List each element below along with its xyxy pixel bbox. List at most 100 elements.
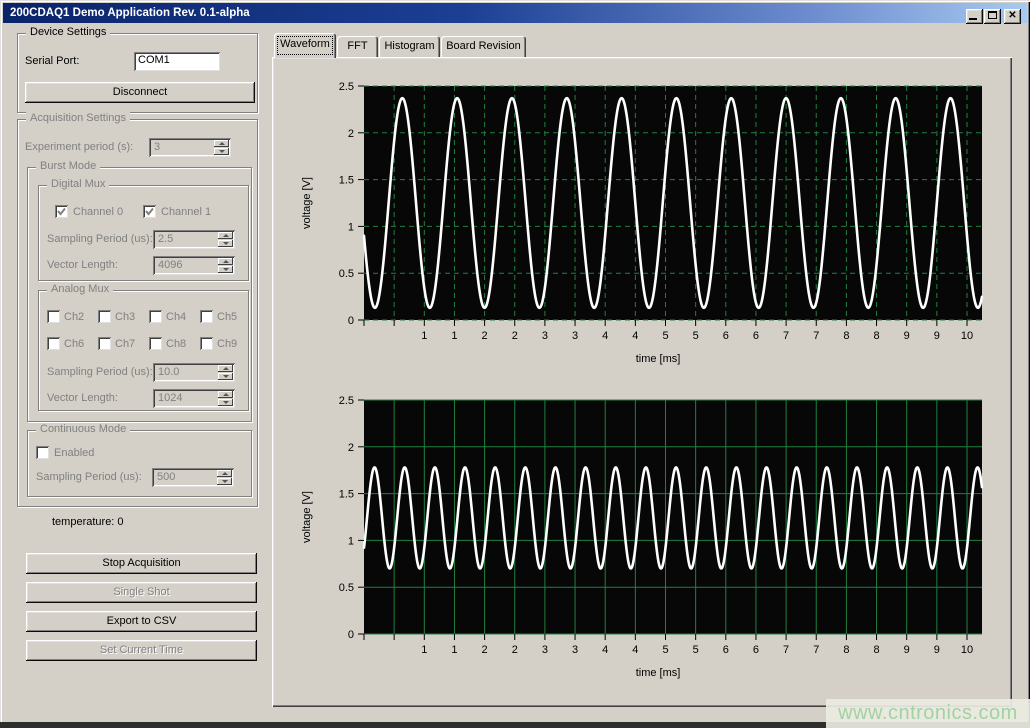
- check-icon: [57, 207, 66, 216]
- x-tick-label: 4: [602, 330, 608, 342]
- ch4-checkbox: [149, 310, 162, 323]
- x-tick-label: 8: [873, 644, 879, 656]
- single-shot-button: Single Shot: [26, 582, 257, 603]
- spin-buttons: [218, 391, 233, 406]
- digital-sampling-period-value: 2.5: [158, 233, 173, 245]
- x-tick-label: 1: [421, 644, 427, 656]
- acquisition-settings-legend: Acquisition Settings: [26, 112, 130, 124]
- set-current-time-label: Set Current Time: [100, 644, 183, 656]
- y-tick-label: 2: [348, 128, 354, 140]
- title-bar[interactable]: 200CDAQ1 Demo Application Rev. 0.1-alpha…: [3, 3, 1027, 23]
- x-tick-label: 3: [572, 644, 578, 656]
- digital-sampling-period-spinner: 2.5: [153, 230, 235, 249]
- digital-vector-length-spinner: 4096: [153, 256, 235, 275]
- x-tick-label: 5: [693, 330, 699, 342]
- spin-up-icon: [218, 232, 233, 239]
- analog-vector-length-value: 1024: [158, 392, 182, 404]
- waveform-tab-page: 1122334455667788991000.511.522.5time [ms…: [272, 57, 1012, 707]
- x-tick-label: 9: [934, 330, 940, 342]
- tab-histogram[interactable]: Histogram: [379, 36, 440, 57]
- tab-board-revision-label: Board Revision: [446, 40, 521, 52]
- x-tick-label: 6: [753, 644, 759, 656]
- x-tick-label: 5: [662, 644, 668, 656]
- x-tick-label: 5: [662, 330, 668, 342]
- y-tick-label: 0: [348, 629, 354, 641]
- minimize-icon: [969, 18, 977, 20]
- y-tick-label: 1: [348, 535, 354, 547]
- ch2-label: Ch2: [64, 311, 84, 323]
- y-tick-label: 2.5: [339, 81, 354, 93]
- single-shot-label: Single Shot: [113, 586, 169, 598]
- spin-up-icon: [218, 391, 233, 398]
- ch4-label: Ch4: [166, 311, 186, 323]
- spin-buttons: [217, 470, 232, 485]
- tab-board-revision[interactable]: Board Revision: [441, 36, 526, 57]
- spin-buttons: [218, 365, 233, 380]
- tab-waveform[interactable]: Waveform: [274, 33, 336, 58]
- digital-vector-length-label: Vector Length:: [47, 259, 118, 271]
- x-tick-label: 7: [813, 330, 819, 342]
- spin-down-icon: [218, 373, 233, 380]
- ch9-label: Ch9: [217, 338, 237, 350]
- analog-mux-legend: Analog Mux: [47, 283, 113, 295]
- serial-port-input[interactable]: COM1: [134, 52, 220, 71]
- analog-vector-length-spinner: 1024: [153, 389, 235, 408]
- stop-acquisition-button[interactable]: Stop Acquisition: [26, 553, 257, 574]
- x-tick-label: 5: [693, 644, 699, 656]
- experiment-period-spin-buttons: [214, 140, 229, 155]
- digital-vector-length-value: 4096: [158, 259, 182, 271]
- spin-up-icon: [218, 258, 233, 265]
- close-button[interactable]: ✕: [1004, 9, 1021, 24]
- y-tick-label: 1.5: [339, 175, 354, 187]
- spin-down-icon: [217, 478, 232, 485]
- y-tick-label: 0.5: [339, 268, 354, 280]
- ch5-checkbox: [200, 310, 213, 323]
- y-tick-label: 1: [348, 221, 354, 233]
- channel1-label: Channel 1: [161, 206, 211, 218]
- x-tick-label: 2: [512, 644, 518, 656]
- analog-sampling-period-spinner: 10.0: [153, 363, 235, 382]
- watermark: www.cntronics.com: [826, 699, 1030, 728]
- maximize-button[interactable]: [984, 9, 1001, 24]
- x-tick-label: 9: [904, 644, 910, 656]
- ch3-label: Ch3: [115, 311, 135, 323]
- continuous-mode-group: Continuous Mode Enabled Sampling Period …: [27, 430, 252, 497]
- device-settings-group: Device Settings Serial Port: COM1 Discon…: [17, 33, 258, 113]
- experiment-period-spinner: 3: [149, 138, 231, 157]
- x-tick-label: 3: [542, 330, 548, 342]
- channel0-label: Channel 0: [73, 206, 123, 218]
- acquisition-settings-group: Acquisition Settings Experiment period (…: [17, 119, 258, 507]
- disconnect-button[interactable]: Disconnect: [25, 82, 255, 103]
- application-window: 200CDAQ1 Demo Application Rev. 0.1-alpha…: [0, 0, 1030, 728]
- y-tick-label: 1.5: [339, 489, 354, 501]
- channel0-checkbox: [55, 205, 68, 218]
- x-tick-label: 1: [451, 644, 457, 656]
- stop-acquisition-label: Stop Acquisition: [102, 557, 180, 569]
- ch6-label: Ch6: [64, 338, 84, 350]
- x-tick-label: 2: [482, 330, 488, 342]
- burst-mode-legend: Burst Mode: [36, 160, 100, 172]
- export-csv-button[interactable]: Export to CSV: [26, 611, 257, 632]
- x-axis-label: time [ms]: [636, 667, 681, 679]
- x-tick-label: 6: [753, 330, 759, 342]
- export-csv-label: Export to CSV: [107, 615, 177, 627]
- x-tick-label: 8: [843, 644, 849, 656]
- x-tick-label: 4: [632, 330, 638, 342]
- x-tick-label: 6: [723, 644, 729, 656]
- tab-fft-label: FFT: [347, 40, 367, 52]
- continuous-sampling-period-value: 500: [157, 471, 175, 483]
- x-tick-label: 8: [873, 330, 879, 342]
- enabled-label: Enabled: [54, 447, 94, 459]
- channel1-checkbox: [143, 205, 156, 218]
- ch7-checkbox: [98, 337, 111, 350]
- enabled-checkbox: [36, 446, 49, 459]
- x-tick-label: 8: [843, 330, 849, 342]
- spin-down-icon: [214, 148, 229, 155]
- minimize-button[interactable]: [966, 9, 983, 24]
- x-tick-label: 2: [482, 644, 488, 656]
- digital-mux-legend: Digital Mux: [47, 178, 109, 190]
- tab-fft[interactable]: FFT: [337, 36, 378, 57]
- spin-down-icon: [218, 399, 233, 406]
- set-current-time-button: Set Current Time: [26, 640, 257, 661]
- x-tick-label: 4: [602, 644, 608, 656]
